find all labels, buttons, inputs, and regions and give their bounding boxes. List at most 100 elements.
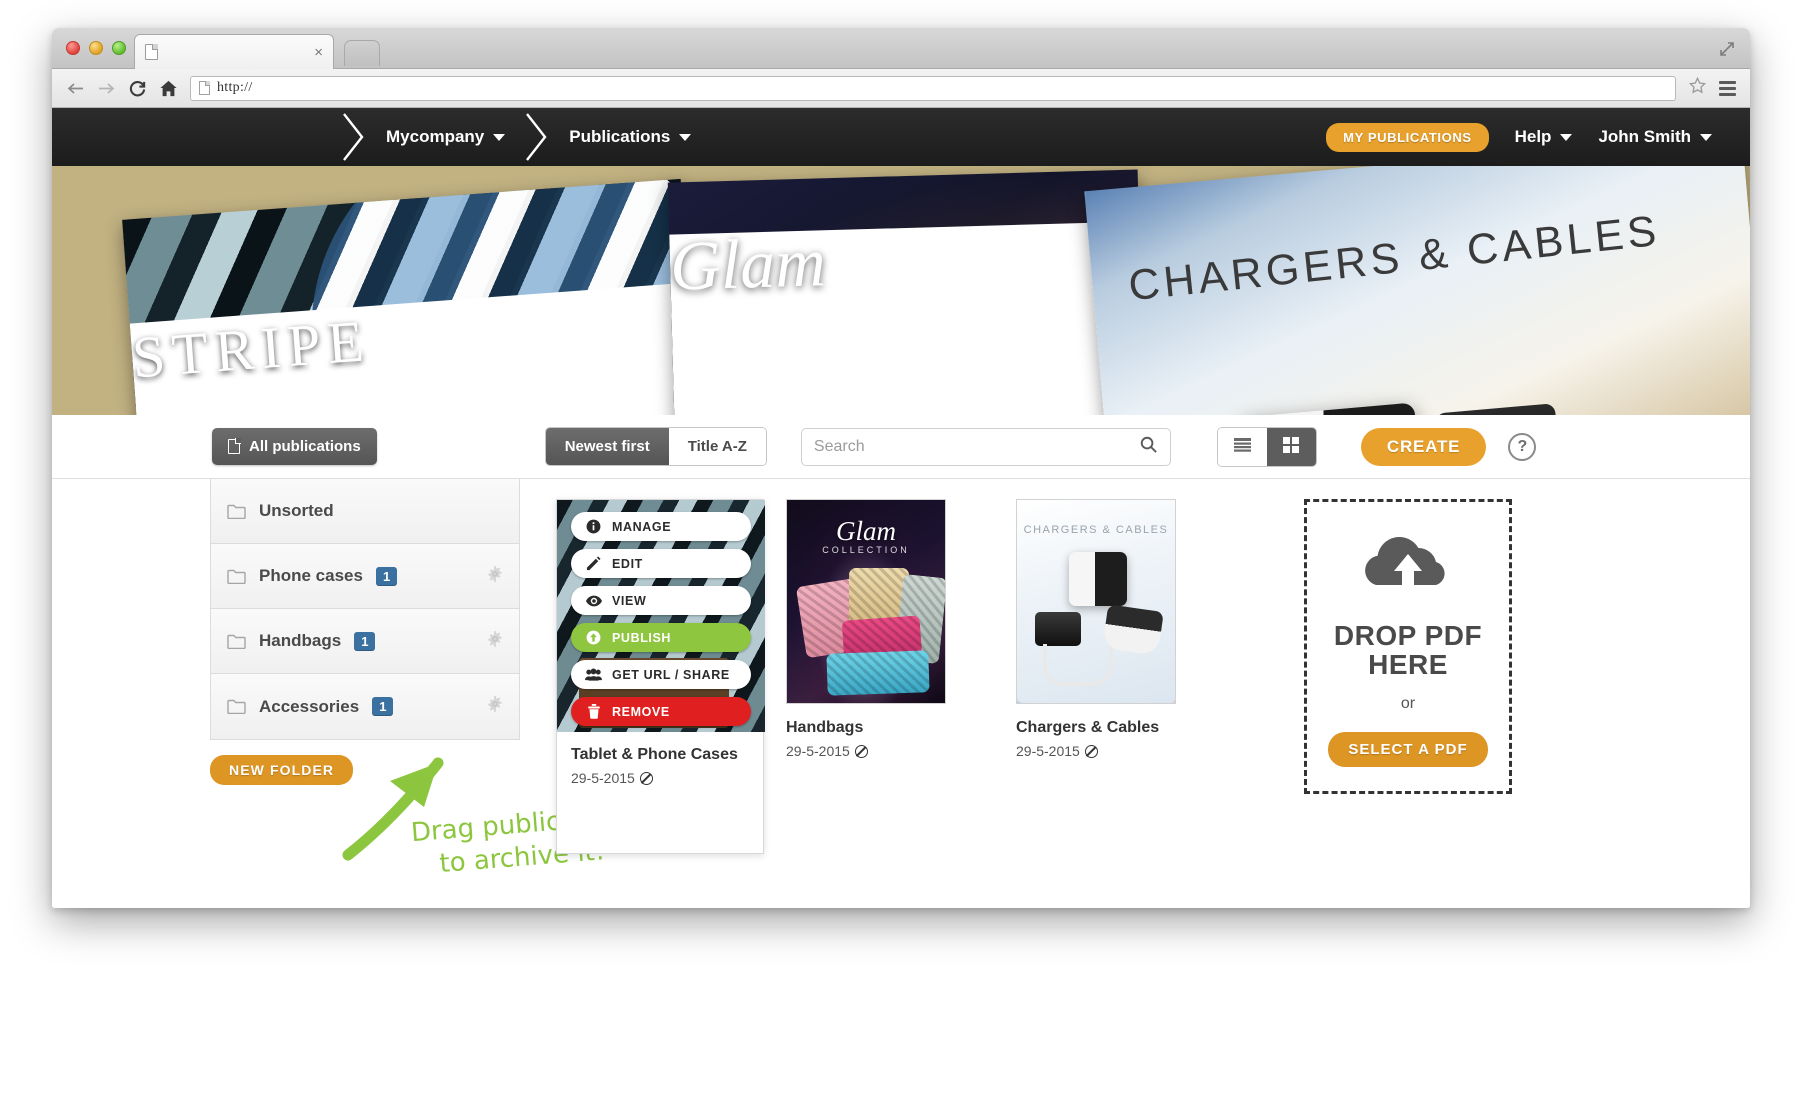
hero-cover-glam: Glam COLLECTION [667,169,1147,415]
menu-item-remove[interactable]: REMOVE [571,697,751,726]
forward-icon[interactable] [97,81,116,96]
thumb-bag-5 [826,650,930,696]
folders-sidebar: Unsorted Phone cases 1 Handbags 1 Access… [210,479,627,908]
upload-icon [585,630,602,645]
user-menu[interactable]: John Smith [1598,127,1712,147]
menu-item-publish[interactable]: PUBLISH [571,623,751,652]
dropzone-title-line-1: DROP PDF [1333,620,1483,651]
publication-card-chargers-cables[interactable]: CHARGERS & CABLES Chargers & Cables 29-5… [1016,499,1202,908]
menu-item-remove-label: REMOVE [612,704,670,719]
menu-item-publish-label: PUBLISH [612,630,672,645]
home-icon[interactable] [159,79,178,98]
back-icon[interactable] [66,81,85,96]
new-folder-button[interactable]: NEW FOLDER [210,755,354,785]
help-icon[interactable]: ? [1508,432,1537,461]
breadcrumb-item-publications[interactable]: Publications [555,127,711,147]
new-tab-button[interactable] [344,40,380,66]
pdf-dropzone[interactable]: DROP PDF HERE or SELECT A PDF [1304,499,1512,794]
search-box[interactable] [800,427,1171,466]
reload-icon[interactable] [128,79,147,98]
menu-item-edit[interactable]: EDIT [571,549,751,578]
pencil-icon [585,556,602,571]
search-input[interactable] [813,437,1139,456]
folder-icon [227,504,246,519]
menu-item-manage[interactable]: MANAGE [571,512,751,541]
folder-name-2: Phone cases [259,566,363,585]
sort-toggle-group: Newest first Title A-Z [544,427,767,466]
grid-view-button[interactable] [1266,427,1316,466]
list-view-button[interactable] [1217,427,1267,466]
browser-menu-icon[interactable] [1719,80,1736,96]
people-icon [585,668,602,681]
menu-item-view[interactable]: VIEW [571,586,751,615]
search-icon[interactable] [1139,435,1158,459]
help-menu[interactable]: Help [1515,127,1573,147]
dropzone-title-line-2: HERE [1368,649,1448,681]
blocked-icon [639,771,653,785]
publication-context-menu: MANAGE EDIT VIEW PUBLISH GET URL / SHARE… [557,500,765,732]
hero-cover-chargers: CHARGERS & CABLES [1084,166,1750,415]
browser-tab[interactable]: × [134,34,334,69]
hero-stripe-title: STRIPE [129,282,702,415]
publication-card-tablet-phone-cases[interactable]: MANAGE EDIT VIEW PUBLISH GET URL / SHARE… [556,499,765,854]
my-publications-button[interactable]: MY PUBLICATIONS [1326,122,1489,152]
folder-count-badge: 1 [375,566,398,586]
menu-item-view-label: VIEW [612,593,647,608]
thumbnail-art-glam: Glam COLLECTION [787,500,945,703]
chevron-down-icon [493,133,506,141]
publications-grid: MANAGE EDIT VIEW PUBLISH GET URL / SHARE… [520,479,1512,908]
thumbnail-subtitle-glam: COLLECTION [822,545,910,555]
browser-addressbar: http:// [52,69,1750,108]
help-label: Help [1514,127,1552,146]
close-tab-icon[interactable]: × [314,45,323,60]
publication-date-row: 29-5-2015 [571,770,749,786]
publication-date-row-2: 29-5-2015 [786,743,972,759]
publication-date: 29-5-2015 [571,770,635,786]
folder-row-phone-cases[interactable]: Phone cases 1 [211,544,519,609]
publication-thumbnail-chargers[interactable]: CHARGERS & CABLES [1016,499,1176,704]
maximize-window-button[interactable] [112,41,126,55]
page-security-icon [199,81,210,95]
sort-newest-first-button[interactable]: Newest first [545,428,669,465]
folder-icon-3 [227,634,246,649]
menu-item-edit-label: EDIT [612,556,643,571]
gear-icon-3[interactable] [487,696,503,717]
breadcrumb-item-mycompany[interactable]: Mycompany [372,127,525,147]
minimize-window-button[interactable] [89,41,103,55]
folder-name: Unsorted [259,501,334,520]
select-pdf-button[interactable]: SELECT A PDF [1328,731,1488,767]
app-root: Mycompany Publications MY PUBLICATIONS H… [52,108,1750,908]
content-toolbar: All publications Newest first Title A-Z [52,415,1750,479]
folder-icon-2 [227,569,246,584]
thumbnail-art-chargers: CHARGERS & CABLES [1017,500,1175,703]
gear-icon-2[interactable] [487,630,503,652]
publication-thumbnail-handbags[interactable]: Glam COLLECTION [786,499,946,704]
folder-list: Unsorted Phone cases 1 Handbags 1 Access… [210,479,520,740]
hero-stripe-title-group: STRIPE COLLECTION [129,282,702,415]
folder-count-badge-3: 1 [372,697,394,716]
menu-item-get-url-share[interactable]: GET URL / SHARE [571,660,751,689]
folder-row-unsorted[interactable]: Unsorted [211,479,519,544]
info-icon [585,519,602,534]
bookmark-star-icon[interactable] [1688,76,1707,100]
publication-card-handbags[interactable]: Glam COLLECTION Handbags 29-5-2015 [786,499,972,908]
gear-icon[interactable] [487,565,503,587]
folder-row-handbags[interactable]: Handbags 1 [211,609,519,674]
dropzone-or-text: or [1400,694,1416,712]
grid-view-icon [1283,437,1300,456]
breadcrumb-chevron-icon [342,108,372,166]
chevron-down-icon-2 [679,133,692,141]
all-publications-label: All publications [249,438,361,455]
sort-title-az-button[interactable]: Title A-Z [668,428,766,465]
main-content: Unsorted Phone cases 1 Handbags 1 Access… [52,479,1750,908]
publication-meta: Tablet & Phone Cases 29-5-2015 [557,732,763,786]
fullscreen-icon[interactable] [1718,40,1736,58]
all-publications-button[interactable]: All publications [212,428,377,465]
chevron-down-icon-help [1560,133,1573,141]
address-bar-input[interactable]: http:// [190,75,1676,101]
folder-icon-4 [227,699,246,714]
create-button[interactable]: CREATE [1360,427,1487,466]
close-window-button[interactable] [66,41,80,55]
hero-glam-title-group: Glam COLLECTION [669,221,1147,415]
folder-row-accessories[interactable]: Accessories 1 [211,674,519,739]
